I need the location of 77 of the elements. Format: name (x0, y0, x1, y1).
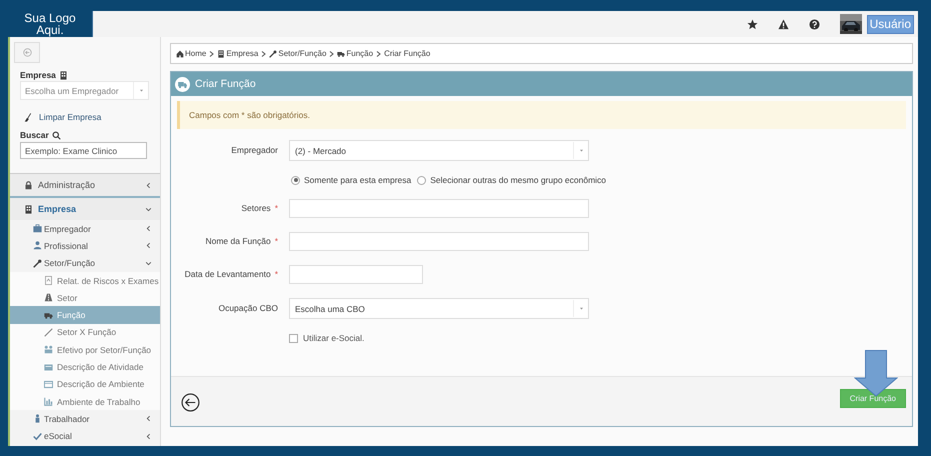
breadcrumb-link[interactable]: Empresa (217, 49, 258, 58)
field-label: Data de Levantamento * (184, 269, 278, 279)
field-label: Setores * (241, 203, 278, 213)
field-label: Empresa (20, 70, 56, 80)
chevron-left-icon (145, 225, 152, 232)
checkbox[interactable] (289, 334, 298, 342)
menu-icon (44, 362, 53, 372)
field-label: Empregador (231, 145, 278, 155)
checkbox-label: Utilizar e-Social. (303, 333, 364, 343)
field-label: Ocupação CBO (218, 303, 278, 313)
search-icon (52, 130, 61, 140)
chevron-down-icon (145, 206, 152, 212)
menu-icon (33, 258, 42, 268)
logo: Sua Logo Aqui. (8, 11, 93, 37)
crumb-icon (176, 50, 184, 58)
warning-icon (778, 18, 789, 30)
company-select[interactable]: Escolha um Empregador (20, 81, 149, 100)
collapse-button[interactable] (14, 42, 40, 63)
truck-icon (175, 76, 190, 92)
menu-icon (44, 380, 53, 389)
menu-icon (24, 180, 33, 190)
breadcrumb-link[interactable]: Setor/Função (269, 49, 326, 58)
clear-link[interactable]: Limpar Empresa (39, 112, 102, 122)
text-field[interactable] (289, 232, 589, 251)
crumb-icon (217, 50, 226, 58)
select-field[interactable]: (2) - Mercado (289, 140, 589, 161)
crumb-icon (337, 50, 346, 58)
menu-icon (44, 276, 53, 286)
search-field[interactable]: Exemplo: Exame Clinico (20, 142, 147, 159)
back-arrow-icon (22, 48, 32, 57)
date-field[interactable] (289, 265, 423, 284)
menu-item[interactable]: Empresa (10, 196, 160, 220)
help-icon (808, 18, 820, 30)
required-fields-alert: Campos com * são obrigatórios. (177, 101, 906, 129)
menu-item[interactable]: Trabalhador (10, 410, 160, 428)
radio-button[interactable] (291, 176, 300, 184)
crumb-icon (269, 50, 278, 58)
menu-item[interactable]: Administração (10, 173, 160, 196)
chevron-down-icon (145, 260, 152, 267)
field-label: Buscar (20, 130, 49, 140)
chevron-left-icon (145, 182, 152, 188)
chevron-left-icon (145, 432, 152, 440)
menu-item[interactable]: eSocial (10, 428, 160, 445)
menu-icon (33, 241, 42, 250)
radio-button[interactable] (417, 176, 426, 184)
chevron-right-icon (261, 50, 266, 56)
menu-item[interactable]: Profissional (10, 237, 160, 255)
field-label: Nome da Função * (205, 236, 278, 246)
breadcrumb-link[interactable]: Home (176, 49, 206, 58)
text-field[interactable] (289, 199, 589, 218)
star-icon (746, 18, 758, 30)
chevron-right-icon (376, 50, 382, 56)
panel-title: Criar Função (195, 78, 256, 90)
menu-item[interactable]: Setor/Função (10, 254, 160, 272)
menu-icon (33, 224, 42, 234)
back-button[interactable] (181, 393, 200, 412)
broom-icon (24, 112, 33, 122)
menu-icon (33, 432, 42, 441)
radio-label: Selecionar outras do mesmo grupo econômico (430, 175, 606, 185)
menu-icon (44, 293, 53, 302)
menu-icon (33, 414, 42, 424)
menu-icon (44, 345, 53, 354)
chevron-left-icon (145, 415, 152, 422)
menu-icon (44, 397, 53, 406)
radio-label: Somente para esta empresa (304, 175, 412, 185)
chevron-right-icon (209, 50, 214, 56)
menu-icon (44, 310, 53, 320)
select-field[interactable]: Escolha uma CBO (289, 298, 589, 319)
breadcrumb-link[interactable]: Função (337, 49, 374, 58)
down-arrow-annotation (854, 350, 898, 397)
chevron-left-icon (145, 242, 152, 250)
menu-icon (24, 204, 33, 214)
building-icon (58, 70, 68, 80)
menu-icon (44, 328, 53, 337)
breadcrumb-current: Criar Função (384, 49, 430, 58)
menu-item[interactable]: Empregador (10, 220, 160, 238)
chevron-right-icon (329, 50, 334, 56)
